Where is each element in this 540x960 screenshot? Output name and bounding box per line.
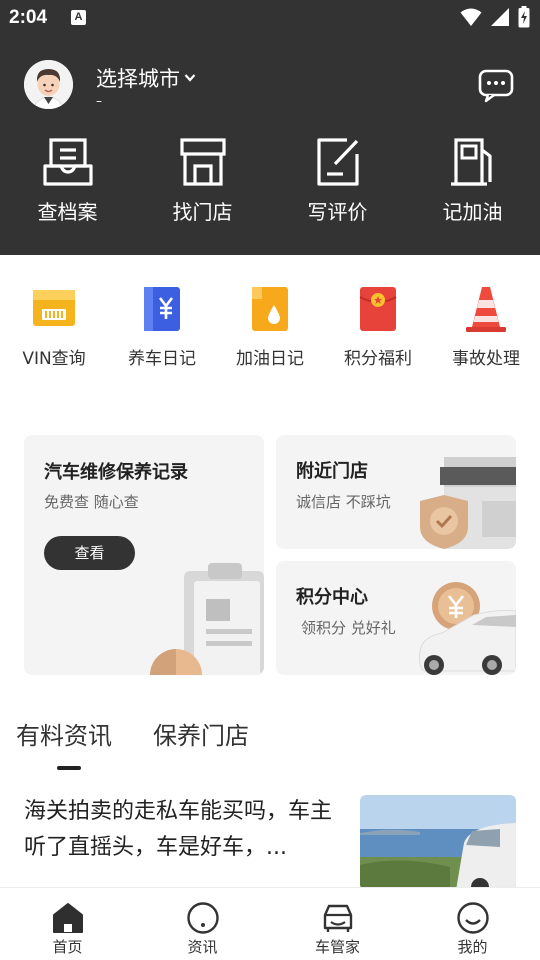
city-selector-label: 选择城市	[96, 67, 180, 91]
nav-home[interactable]: 首页	[0, 888, 135, 960]
card-subtitle: 领积分 兑好礼	[301, 619, 396, 637]
archive-icon	[42, 138, 93, 186]
edit-review-icon	[316, 138, 359, 186]
avatar[interactable]	[24, 60, 73, 109]
battery-icon	[518, 6, 530, 28]
top-action-label: 记加油	[442, 200, 503, 224]
card-title: 汽车维修保养记录	[44, 462, 188, 483]
news-list-item[interactable]: 海关拍卖的走私车能买吗，车主听了直摇头，车是好车，...	[0, 790, 540, 890]
city-selector[interactable]: 选择城市	[96, 63, 196, 93]
traffic-cone-icon	[466, 287, 506, 332]
card-title: 积分中心	[296, 587, 368, 608]
nav-car-butler[interactable]: 车管家	[270, 888, 405, 960]
quick-item-fuel-diary[interactable]: 加油日记	[216, 283, 324, 383]
top-action-label: 写评价	[307, 200, 368, 224]
news-icon	[186, 902, 219, 934]
quick-item-vin[interactable]: VIN查询	[0, 283, 108, 383]
home-icon	[52, 903, 83, 933]
nav-label: 车管家	[314, 938, 360, 956]
nav-label: 资讯	[187, 938, 218, 956]
nav-profile[interactable]: 我的	[405, 888, 540, 960]
chevron-down-icon	[184, 74, 196, 82]
bottom-navigation: 首页 资讯 车管家 我的	[0, 887, 540, 960]
quick-item-points-welfare[interactable]: 积分福利	[324, 283, 432, 383]
nav-label: 首页	[52, 938, 83, 956]
red-envelope-icon	[359, 287, 397, 331]
view-button[interactable]: 查看	[44, 536, 135, 570]
wifi-icon	[460, 8, 482, 26]
message-icon[interactable]	[478, 69, 514, 103]
yen-book-icon	[144, 287, 180, 331]
check-archive-button[interactable]: 查档案	[0, 136, 135, 236]
profile-icon	[456, 902, 489, 934]
quick-menu: VIN查询 养车日记 加油日记 积分福利 事故处理	[0, 283, 540, 383]
nav-label: 我的	[457, 938, 488, 956]
news-thumbnail	[360, 795, 516, 890]
status-time: 2:04	[9, 7, 48, 28]
nearby-store-card[interactable]: 附近门店 诚信店 不踩坑	[276, 435, 516, 549]
record-fuel-button[interactable]: 记加油	[405, 136, 540, 236]
top-header-area: 2:04 A 选择城市 – 查档案 找门店 写评价 记加油	[0, 0, 540, 255]
storefront-illustration	[420, 457, 516, 549]
quick-item-label: VIN查询	[22, 349, 86, 369]
quick-item-maintenance-diary[interactable]: 养车日记	[108, 283, 216, 383]
oil-drop-icon	[252, 287, 288, 331]
signal-icon	[491, 8, 509, 26]
quick-item-label: 事故处理	[452, 349, 520, 369]
top-action-label: 查档案	[37, 200, 98, 224]
maintenance-record-card[interactable]: 汽车维修保养记录 免费查 随心查 查看	[24, 435, 264, 675]
notification-badge: A	[71, 10, 86, 25]
user-header: 选择城市 –	[0, 58, 540, 114]
quick-item-label: 积分福利	[344, 349, 412, 369]
status-bar: 2:04 A	[0, 0, 540, 36]
card-subtitle: 免费查 随心查	[44, 493, 139, 511]
quick-item-label: 养车日记	[128, 349, 196, 369]
top-action-bar: 查档案 找门店 写评价 记加油	[0, 136, 540, 236]
write-review-button[interactable]: 写评价	[270, 136, 405, 236]
quick-item-label: 加油日记	[236, 349, 304, 369]
card-title: 附近门店	[296, 461, 368, 482]
clipboard-illustration	[150, 563, 264, 675]
news-title: 海关拍卖的走私车能买吗，车主听了直摇头，车是好车，...	[24, 799, 333, 860]
store-icon	[179, 138, 226, 186]
tab-news[interactable]: 有料资讯	[16, 716, 112, 751]
vin-card-icon	[33, 290, 75, 326]
nav-news[interactable]: 资讯	[135, 888, 270, 960]
points-center-card[interactable]: 积分中心 领积分 兑好礼	[276, 561, 516, 675]
top-action-label: 找门店	[172, 200, 233, 224]
tab-maintenance-stores[interactable]: 保养门店	[153, 716, 249, 751]
card-subtitle: 诚信店 不踩坑	[296, 493, 391, 511]
car-butler-icon	[323, 904, 352, 932]
car-coin-illustration	[419, 582, 516, 675]
content-tabs: 有料资讯 保养门店	[0, 716, 540, 776]
active-tab-indicator	[57, 766, 81, 770]
city-subtitle: –	[96, 94, 102, 108]
status-icons	[460, 6, 530, 28]
find-store-button[interactable]: 找门店	[135, 136, 270, 236]
rv-seaside-image	[360, 795, 516, 890]
fuel-pump-icon	[450, 138, 492, 186]
quick-item-accident[interactable]: 事故处理	[432, 283, 540, 383]
avatar-face-icon	[24, 60, 73, 109]
